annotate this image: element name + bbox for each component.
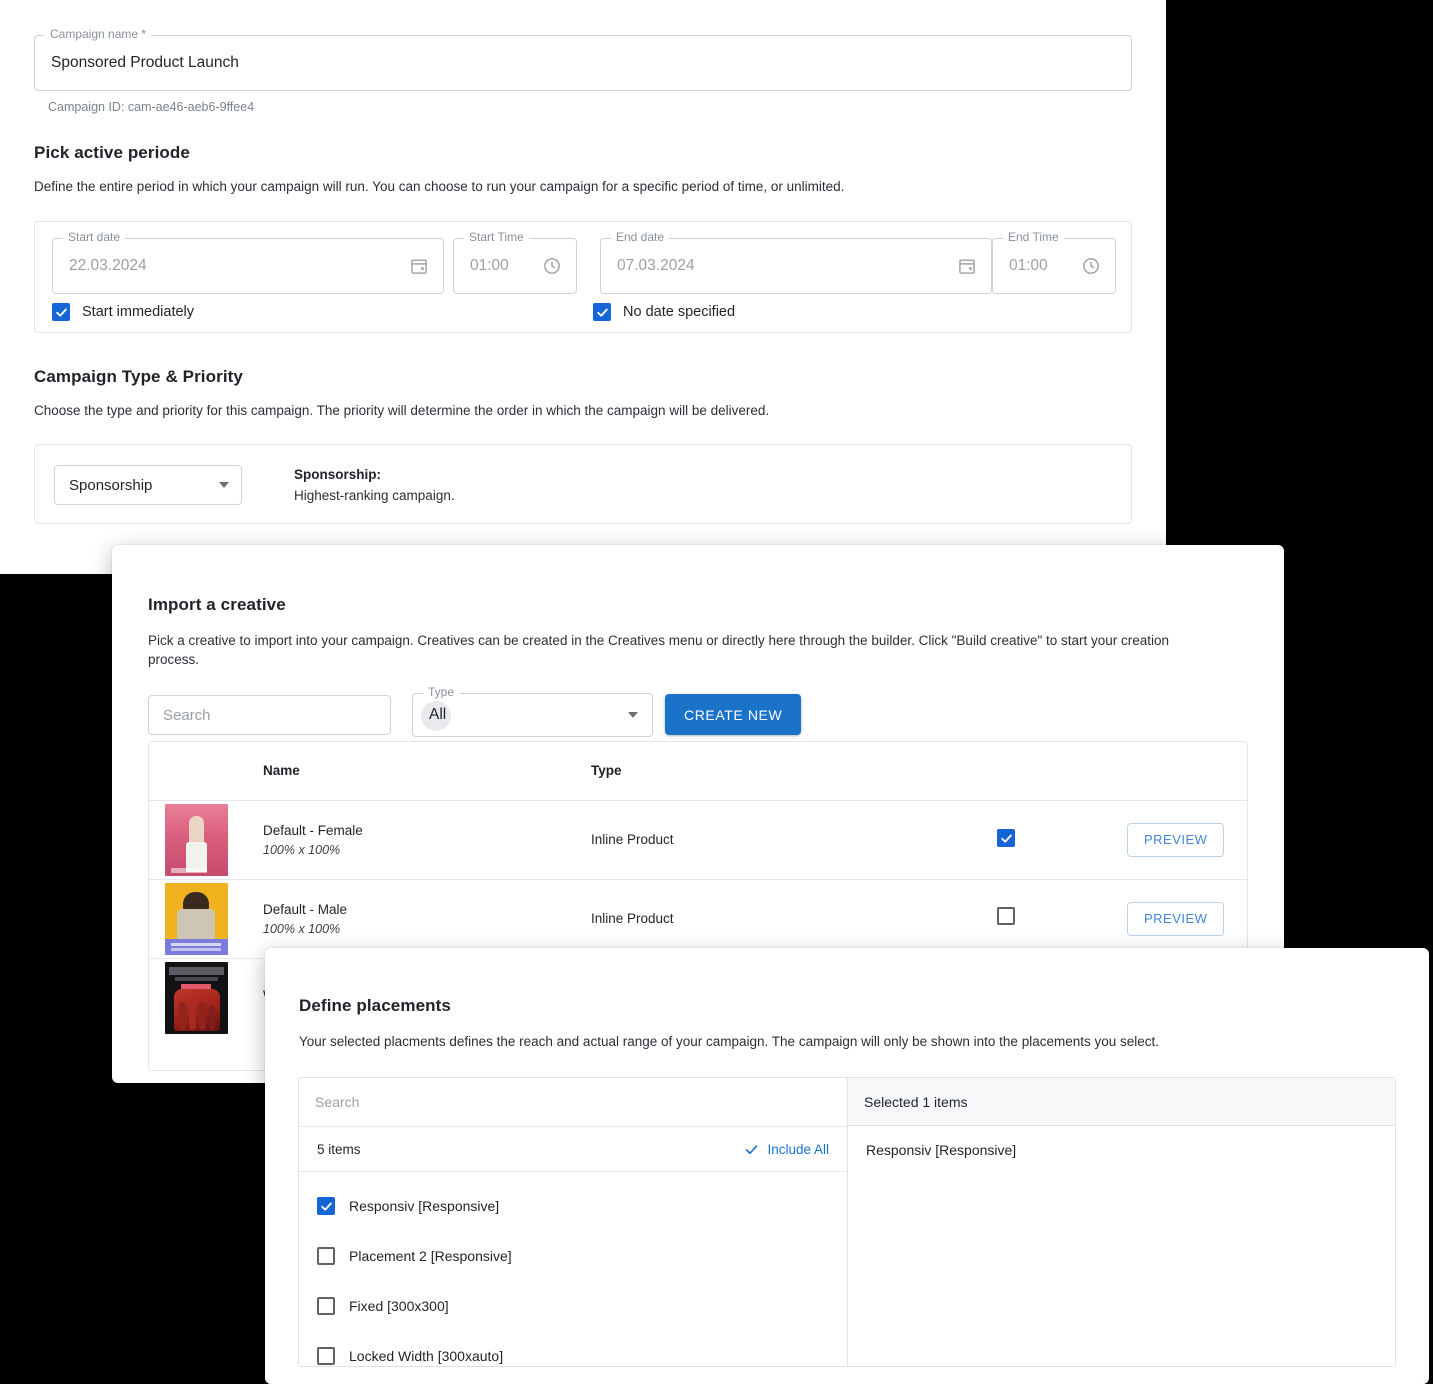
placement-checkbox[interactable] — [317, 1247, 335, 1265]
end-time-field[interactable]: End Time 01:00 — [992, 231, 1116, 294]
creative-type: Inline Product — [591, 831, 674, 847]
end-date-value: 07.03.2024 — [617, 257, 695, 274]
define-placements-description: Your selected placments defines the reac… — [299, 1034, 1160, 1049]
campaign-id-text: Campaign ID: cam-ae46-aeb6-9ffee4 — [48, 100, 255, 114]
chevron-down-icon — [219, 482, 229, 488]
creative-dimensions: 100% x 100% — [263, 842, 341, 857]
start-time-field[interactable]: Start Time 01:00 — [453, 231, 577, 294]
list-item[interactable]: Placement 2 [Responsive] — [299, 1231, 847, 1281]
placements-items-count: 5 items — [317, 1141, 361, 1157]
placements-search-input[interactable]: Search — [299, 1078, 847, 1126]
clock-icon[interactable] — [542, 256, 576, 276]
creative-select-checkbox[interactable] — [997, 829, 1015, 848]
start-immediately-label: Start immediately — [82, 304, 195, 320]
list-item[interactable]: Locked Width [300xauto] — [299, 1331, 847, 1381]
placement-checkbox[interactable] — [317, 1297, 335, 1315]
screenshot-stage: Campaign name * Sponsored Product Launch… — [0, 0, 1433, 1384]
preview-button[interactable]: PREVIEW — [1127, 822, 1225, 857]
campaign-name-legend: Campaign name * — [45, 28, 152, 40]
start-immediately-checkbox[interactable] — [52, 303, 70, 321]
end-date-legend: End date — [611, 231, 670, 243]
table-row[interactable]: Default - Male 100% x 100% Inline Produc… — [149, 878, 1247, 958]
creative-select-checkbox[interactable] — [997, 907, 1015, 925]
start-date-value: 22.03.2024 — [69, 257, 147, 274]
campaign-type-description: Choose the type and priority for this ca… — [34, 403, 770, 418]
start-time-value: 01:00 — [470, 257, 509, 274]
creative-type-value: All — [429, 706, 447, 723]
start-immediately-checkbox-row[interactable]: Start immediately — [52, 303, 194, 321]
import-creative-title: Import a creative — [148, 595, 286, 614]
placements-selected-header: Selected 1 items — [848, 1078, 1395, 1126]
no-date-specified-checkbox-row[interactable]: No date specified — [593, 303, 735, 321]
creative-search-input[interactable]: Search — [148, 695, 391, 735]
chevron-down-icon[interactable] — [628, 712, 652, 718]
start-time-legend: Start Time — [464, 231, 529, 243]
clock-icon[interactable] — [1081, 256, 1115, 276]
creative-thumbnail — [165, 882, 228, 955]
campaign-settings-panel: Campaign name * Sponsored Product Launch… — [0, 0, 1166, 574]
creative-name: Default - Female — [263, 822, 363, 838]
start-date-field[interactable]: Start date 22.03.2024 — [52, 231, 444, 294]
campaign-name-field[interactable]: Campaign name * Sponsored Product Launch — [34, 28, 1132, 91]
placement-label: Placement 2 [Responsive] — [349, 1248, 512, 1264]
create-new-button[interactable]: CREATE NEW — [665, 694, 802, 735]
creative-dimensions: 100% x 100% — [263, 921, 341, 936]
campaign-name-value: Sponsored Product Launch — [51, 54, 239, 71]
creative-type-select[interactable]: Type All — [412, 686, 653, 737]
campaign-type-select-value: Sponsorship — [69, 476, 153, 494]
column-header-type: Type — [591, 763, 622, 779]
calendar-icon[interactable] — [957, 256, 991, 276]
creative-name: Default - Male — [263, 901, 348, 917]
active-period-box: Start date 22.03.2024 Start Time 01:00 E… — [34, 221, 1132, 333]
end-date-field[interactable]: End date 07.03.2024 — [600, 231, 992, 294]
placements-selected-pane: Selected 1 items Responsiv [Responsive] — [848, 1078, 1395, 1366]
placements-toolbar: 5 items Include All — [299, 1126, 847, 1172]
check-icon — [746, 1144, 758, 1154]
preview-button[interactable]: PREVIEW — [1127, 901, 1225, 936]
placement-label: Responsiv [Responsive] — [349, 1198, 500, 1214]
placements-available-pane: Search 5 items Include All Responsiv [Re… — [299, 1078, 848, 1366]
placement-checkbox[interactable] — [317, 1197, 335, 1215]
calendar-icon[interactable] — [409, 256, 443, 276]
selected-placement-item: Responsiv [Responsive] — [866, 1142, 1017, 1158]
creative-thumbnail — [165, 961, 228, 1034]
campaign-type-info-text: Highest-ranking campaign. — [294, 488, 455, 503]
active-period-description: Define the entire period in which your c… — [34, 179, 845, 194]
define-placements-title: Define placements — [299, 996, 451, 1015]
end-time-legend: End Time — [1003, 231, 1064, 243]
include-all-button[interactable]: Include All — [744, 1142, 829, 1157]
creative-type: Inline Product — [591, 910, 674, 926]
import-creative-description: Pick a creative to import into your camp… — [148, 633, 1170, 668]
start-date-legend: Start date — [63, 231, 126, 243]
creative-type-legend: Type — [423, 686, 460, 698]
column-header-name: Name — [263, 763, 300, 779]
campaign-type-select[interactable]: Sponsorship — [54, 465, 242, 505]
campaign-type-title: Campaign Type & Priority — [34, 367, 243, 386]
no-date-specified-label: No date specified — [623, 304, 736, 320]
creative-thumbnail — [165, 803, 228, 876]
end-time-value: 01:00 — [1009, 257, 1048, 274]
placements-search-placeholder: Search — [315, 1094, 360, 1110]
table-row[interactable]: Default - Female 100% x 100% Inline Prod… — [149, 799, 1247, 879]
placement-label: Locked Width [300xauto] — [349, 1348, 504, 1364]
placement-checkbox[interactable] — [317, 1347, 335, 1365]
campaign-type-box: Sponsorship Sponsorship: Highest-ranking… — [34, 444, 1132, 524]
placements-dual-list: Search 5 items Include All Responsiv [Re… — [298, 1077, 1396, 1367]
include-all-label: Include All — [767, 1141, 829, 1157]
list-item[interactable]: Fixed [300x300] — [299, 1281, 847, 1331]
define-placements-panel: Define placements Your selected placment… — [265, 948, 1429, 1384]
active-period-title: Pick active periode — [34, 143, 190, 162]
no-date-specified-checkbox[interactable] — [593, 303, 611, 321]
placement-label: Fixed [300x300] — [349, 1298, 449, 1314]
creative-search-placeholder: Search — [163, 706, 211, 724]
campaign-type-info-title: Sponsorship: — [294, 467, 381, 482]
list-item[interactable]: Responsiv [Responsive] — [299, 1181, 847, 1231]
creatives-table-header: Name Type — [149, 742, 1247, 800]
